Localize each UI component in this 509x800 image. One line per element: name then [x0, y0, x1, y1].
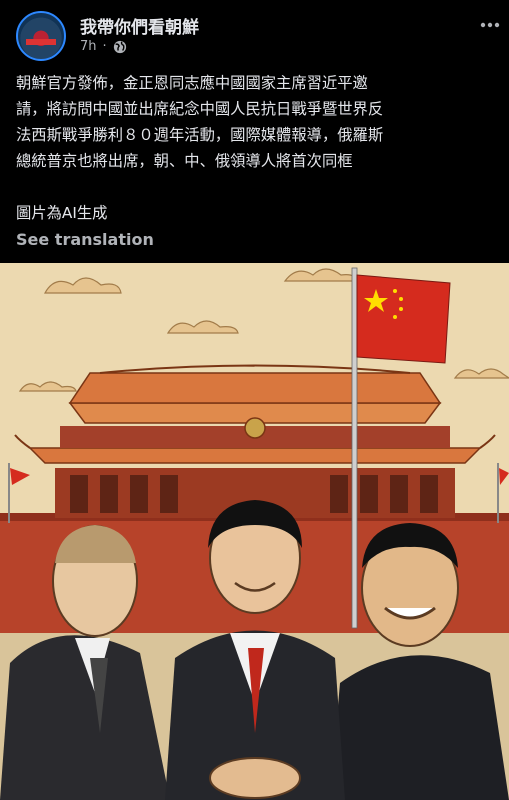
page-name-link[interactable]: 我帶你們看朝鮮	[80, 13, 199, 38]
post-image[interactable]	[0, 263, 509, 800]
post-line: 總統普京也將出席，朝、中、俄領導人將首次同框	[16, 152, 353, 170]
post-header: 我帶你們看朝鮮 7h ·	[0, 0, 509, 68]
post-body: 朝鮮官方發佈，金正恩同志應中國國家主席習近平邀 請，將訪問中國並出席紀念中國人民…	[16, 70, 496, 226]
post-line: 法西斯戰爭勝利８０週年活動，國際媒體報導，俄羅斯	[16, 126, 384, 144]
see-translation-button[interactable]: See translation	[16, 230, 154, 249]
globe-icon	[113, 40, 126, 53]
ai-note: 圖片為AI生成	[16, 204, 108, 222]
post-meta: 7h ·	[80, 39, 127, 54]
more-options-icon[interactable]	[479, 14, 501, 36]
post-line: 請，將訪問中國並出席紀念中國人民抗日戰爭暨世界反	[16, 100, 384, 118]
page-avatar[interactable]	[16, 11, 66, 61]
handshake	[209, 757, 301, 799]
post-time[interactable]: 7h	[80, 39, 97, 54]
post-line: 朝鮮官方發佈，金正恩同志應中國國家主席習近平邀	[16, 74, 368, 92]
